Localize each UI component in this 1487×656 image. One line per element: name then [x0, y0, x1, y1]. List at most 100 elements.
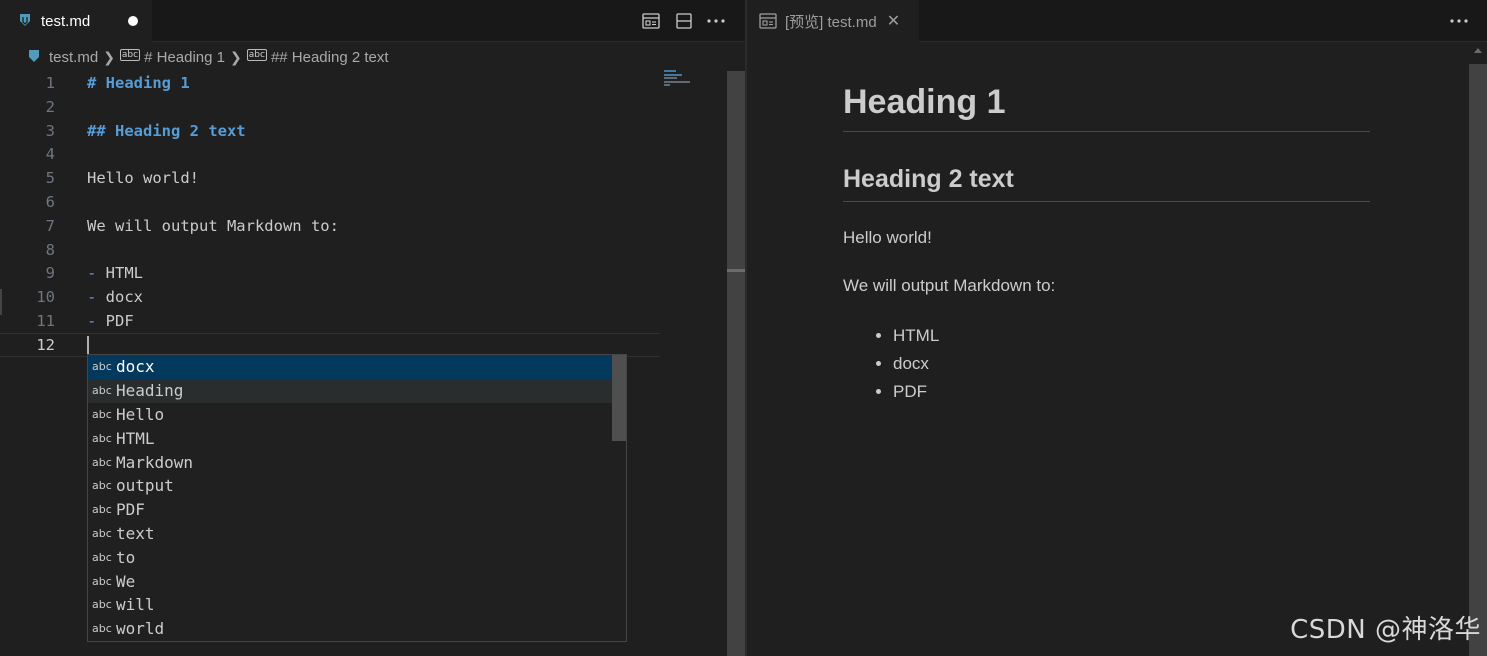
line-number: 1	[45, 74, 55, 92]
suggestion-item[interactable]: abc Hello	[88, 403, 613, 427]
suggestion-label: output	[116, 476, 174, 496]
line-number: 4	[45, 145, 55, 164]
unsaved-dot-icon[interactable]	[128, 16, 138, 26]
string-symbol-icon: abc	[119, 49, 141, 61]
editor-line[interactable]: 8	[0, 238, 660, 262]
breadcrumb-heading-2[interactable]: ## Heading 2 text	[271, 49, 389, 66]
left-editor-group: test.md test.md ❯ abc # Heading 1 ❯ abc …	[0, 0, 745, 656]
editor-line[interactable]: 4	[0, 142, 660, 166]
markdown-file-icon	[27, 49, 41, 65]
text-kind-icon: abc	[92, 407, 112, 421]
chevron-right-icon: ❯	[103, 48, 115, 65]
suggestion-label: docx	[116, 357, 155, 377]
split-editor-icon[interactable]	[674, 11, 694, 31]
line-code: We will output Markdown to:	[87, 216, 339, 235]
text-cursor	[87, 335, 89, 356]
breadcrumb-file[interactable]: test.md	[49, 49, 98, 66]
editor-line[interactable]: 10 - docx	[0, 285, 660, 309]
text-kind-icon: abc	[92, 431, 112, 445]
preview-paragraph: We will output Markdown to:	[843, 276, 1056, 295]
list-item-text: HTML	[96, 264, 144, 283]
suggestion-item[interactable]: abc will	[88, 593, 613, 617]
right-preview-group: [预览] test.md ✕ Heading 1 Heading 2 text …	[747, 0, 1487, 656]
suggestion-label: Heading	[116, 381, 184, 401]
left-tab-bar: test.md	[0, 0, 745, 42]
text-kind-icon: abc	[92, 479, 112, 493]
suggestion-label: will	[116, 595, 155, 615]
editor-line[interactable]: 2	[0, 95, 660, 119]
suggestion-label: to	[116, 547, 136, 567]
text-kind-icon: abc	[92, 455, 112, 469]
tab-test-md[interactable]: test.md	[0, 0, 152, 42]
preview-vertical-scrollbar[interactable]	[1469, 64, 1487, 656]
line-number: 5	[45, 169, 55, 188]
line-number: 11	[36, 312, 55, 330]
more-actions-icon[interactable]	[706, 11, 726, 31]
editor-line[interactable]: 11 - PDF	[0, 309, 660, 333]
suggestion-label: Hello	[116, 404, 165, 424]
string-symbol-icon: abc	[246, 49, 267, 61]
text-kind-icon: abc	[92, 526, 112, 540]
heading-token: # Heading 1	[87, 74, 190, 92]
editor-line[interactable]: 9 - HTML	[0, 261, 660, 285]
line-code: - PDF	[87, 312, 134, 330]
tab-label: test.md	[41, 12, 91, 30]
suggestion-label: Markdown	[116, 452, 194, 472]
line-code: Hello world!	[87, 169, 199, 188]
editor-line[interactable]: 1 # Heading 1	[0, 71, 660, 95]
suggestion-item[interactable]: abc text	[88, 522, 613, 546]
line-code: - HTML	[87, 264, 143, 282]
preview-list: HTML docx PDF	[843, 322, 1370, 406]
scrollbar-cursor-marker	[727, 269, 745, 272]
suggest-widget[interactable]: abc docx abc Heading abc Hello abc HTML abc Markd…	[87, 354, 627, 642]
preview-heading-1: Heading 1	[843, 64, 1370, 132]
list-bullet-token: -	[87, 288, 97, 307]
tab-preview-test-md[interactable]: [预览] test.md ✕	[747, 0, 919, 42]
suggestion-item[interactable]: abc Heading	[88, 378, 613, 403]
open-preview-icon[interactable]	[641, 11, 661, 31]
suggestion-item[interactable]: abc to	[88, 545, 613, 569]
editor-line[interactable]: 5 Hello world!	[0, 166, 660, 190]
line-number: 2	[45, 97, 55, 116]
close-icon[interactable]: ✕	[887, 11, 900, 31]
suggestion-item[interactable]: abc PDF	[88, 498, 613, 522]
list-bullet-token: -	[87, 264, 97, 283]
suggest-scrollbar-thumb[interactable]	[612, 355, 626, 441]
watermark: CSDN @神洛华	[1290, 615, 1481, 645]
minimap[interactable]	[664, 70, 694, 94]
preview-list-item: HTML	[893, 322, 1370, 350]
list-item-text: docx	[96, 288, 144, 307]
markdown-file-icon	[18, 13, 32, 29]
suggestion-item[interactable]: abc world	[88, 617, 613, 641]
preview-list-item: docx	[893, 350, 1370, 378]
suggestion-label: HTML	[116, 428, 155, 448]
breadcrumb-heading-1[interactable]: # Heading 1	[144, 49, 225, 66]
preview-icon	[759, 13, 777, 29]
heading-token: ## Heading 2 text	[87, 121, 246, 140]
line-number: 7	[45, 216, 55, 235]
suggestion-item[interactable]: abc Markdown	[88, 450, 613, 474]
more-actions-icon[interactable]	[1449, 11, 1469, 31]
suggestion-label: text	[116, 523, 155, 543]
editor-line[interactable]: 3 ## Heading 2 text	[0, 119, 660, 143]
line-number: 10	[36, 288, 55, 307]
editor-vertical-scrollbar[interactable]	[727, 71, 745, 656]
editor-line[interactable]: 6	[0, 190, 660, 214]
preview-paragraph: Hello world!	[843, 228, 932, 247]
suggestion-label: world	[116, 619, 165, 639]
preview-list-item: PDF	[893, 378, 1370, 406]
suggestion-label: PDF	[116, 500, 145, 520]
preview-heading-2: Heading 2 text	[843, 162, 1370, 202]
scroll-up-arrow-icon[interactable]	[1474, 48, 1482, 53]
suggestion-item[interactable]: abc output	[88, 474, 613, 498]
suggestion-item[interactable]: abc docx	[88, 355, 613, 379]
chevron-right-icon: ❯	[230, 48, 242, 65]
text-kind-icon: abc	[92, 574, 112, 588]
suggestion-item[interactable]: abc HTML	[88, 426, 613, 450]
text-kind-icon: abc	[92, 622, 112, 636]
breadcrumb: test.md ❯ abc # Heading 1 ❯ abc ## Headi…	[0, 43, 745, 71]
suggestion-item[interactable]: abc We	[88, 569, 613, 593]
tab-label: [预览] test.md	[785, 13, 877, 31]
editor-line[interactable]: 7 We will output Markdown to:	[0, 214, 660, 238]
line-number: 8	[45, 240, 55, 259]
